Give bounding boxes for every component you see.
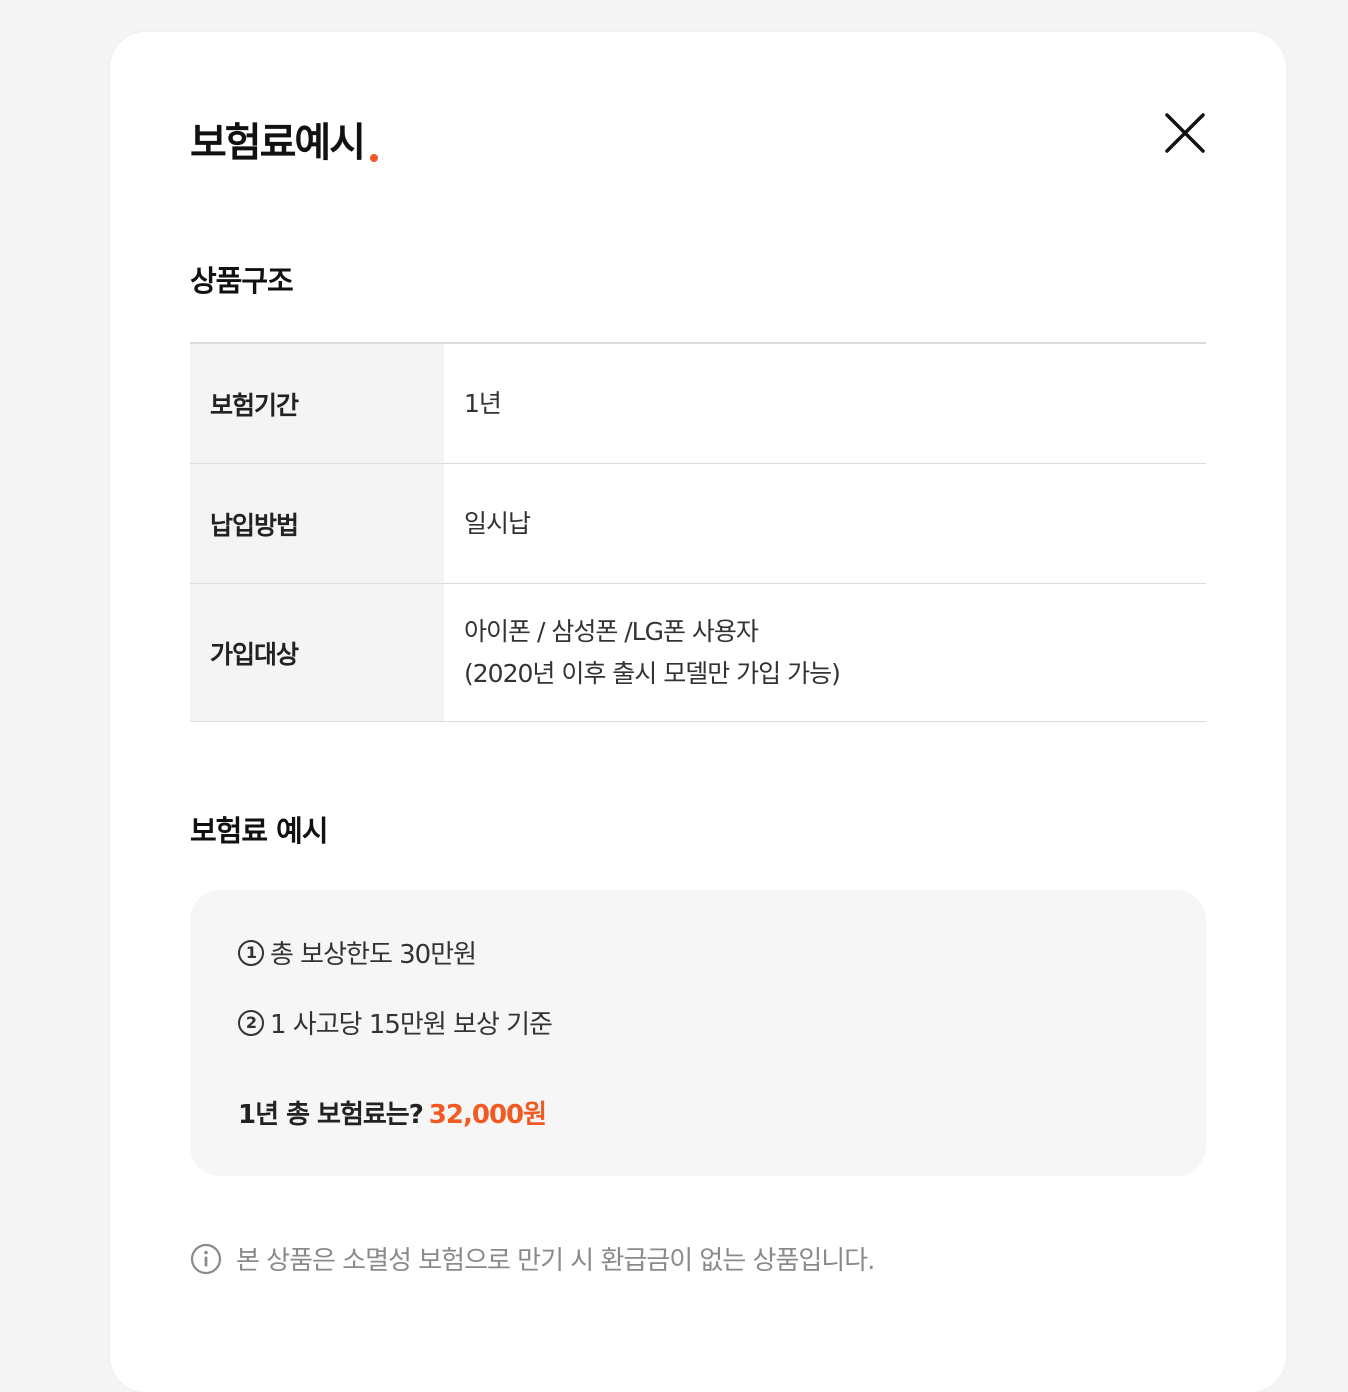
example-item-text: 총 보상한도 30만원 (270, 940, 477, 970)
row-label-eligibility: 가입대상 (190, 584, 444, 721)
row-value-text-line1: 아이폰 / 삼성폰 /LG폰 사용자 (464, 616, 759, 646)
modal-title-text: 보험료예시 (190, 120, 366, 166)
row-value-period: 1년 (444, 344, 1206, 463)
close-button[interactable] (1164, 112, 1206, 154)
row-value-text: 1년 (464, 388, 502, 418)
example-item: 1 총 보상한도 30만원 (238, 934, 477, 971)
row-value-eligibility: 아이폰 / 삼성폰 /LG폰 사용자 (2020년 이후 출시 모델만 가입 가… (444, 584, 1206, 721)
notice: 본 상품은 소멸성 보험으로 만기 시 환급금이 없는 상품입니다. (190, 1240, 875, 1277)
circled-number-2: 2 (238, 1009, 264, 1036)
title-accent-dot (370, 154, 378, 162)
premium-example-box: 1 총 보상한도 30만원 2 1 사고당 15만원 보상 기준 1년 총 보험… (190, 890, 1206, 1176)
close-icon (1165, 113, 1205, 153)
info-icon (190, 1243, 222, 1274)
structure-section-title: 상품구조 (190, 264, 294, 298)
example-item-text: 1 사고당 15만원 보상 기준 (270, 1010, 553, 1040)
row-value-text: 일시납 (464, 508, 531, 538)
table-row: 가입대상 아이폰 / 삼성폰 /LG폰 사용자 (2020년 이후 출시 모델만… (190, 584, 1206, 722)
row-label-payment: 납입방법 (190, 464, 444, 583)
notice-text: 본 상품은 소멸성 보험으로 만기 시 환급금이 없는 상품입니다. (236, 1246, 875, 1276)
row-label-period: 보험기간 (190, 344, 444, 463)
structure-table: 보험기간 1년 납입방법 일시납 가입대상 아이폰 / 삼성폰 /LG폰 사용자… (190, 342, 1206, 722)
total-premium-label: 1년 총 보험료는? (238, 1100, 424, 1130)
total-premium: 1년 총 보험료는? 32,000원 (238, 1094, 547, 1131)
modal-title: 보험료예시 (190, 110, 378, 168)
table-row: 납입방법 일시납 (190, 464, 1206, 584)
circled-number-1: 1 (238, 939, 264, 966)
total-premium-amount: 32,000원 (428, 1100, 547, 1130)
table-row: 보험기간 1년 (190, 344, 1206, 464)
row-value-text-line2: (2020년 이후 출시 모델만 가입 가능) (464, 658, 841, 688)
insurance-example-modal: 보험료예시 상품구조 보험기간 1년 납입방법 일시납 가입대상 아이폰 / 삼… (110, 32, 1286, 1392)
row-value-payment: 일시납 (444, 464, 1206, 583)
example-item: 2 1 사고당 15만원 보상 기준 (238, 1004, 553, 1041)
example-section-title: 보험료 예시 (190, 814, 328, 848)
